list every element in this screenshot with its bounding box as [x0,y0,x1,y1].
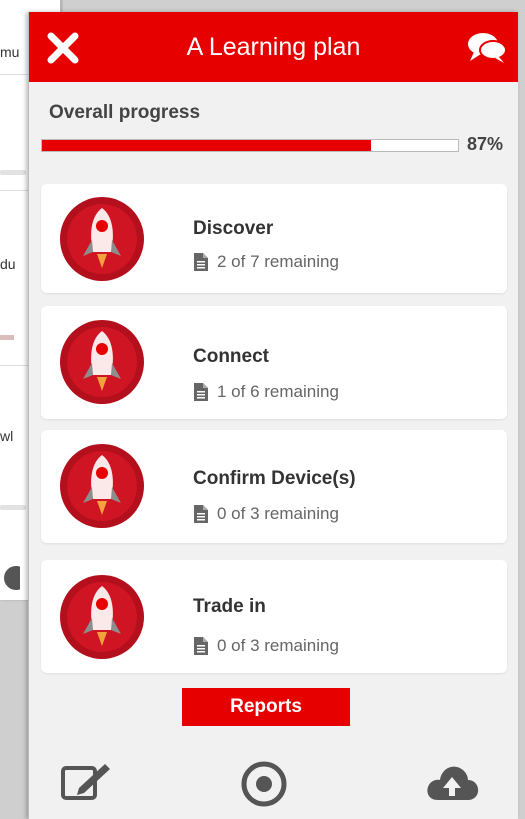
progress-bar-fill [42,140,371,151]
close-icon [47,32,79,64]
module-remaining: 0 of 3 remaining [193,636,339,656]
target-icon[interactable] [240,760,288,808]
module-title: Trade in [193,596,266,617]
background-line [0,170,26,175]
remaining-text: 0 of 3 remaining [217,636,339,655]
background-text-fragment: du [0,256,16,272]
background-line [0,505,26,510]
learning-plan-screen: A Learning plan Overall progress 87% Dis… [28,12,518,819]
header-bar: A Learning plan [29,12,518,82]
module-card-connect[interactable]: Connect 1 of 6 remaining [41,306,507,419]
module-card-trade-in[interactable]: Trade in 0 of 3 remaining [41,560,507,673]
background-text-fragment: wl [0,428,14,444]
background-line [0,335,14,340]
document-icon [194,637,208,655]
module-card-discover[interactable]: Discover 2 of 7 remaining [41,184,507,293]
module-title: Discover [193,218,274,239]
module-title: Connect [193,346,269,367]
document-icon [194,253,208,271]
chat-icon [468,33,507,63]
overall-progress: Overall progress 87% [29,96,518,154]
progress-label: Overall progress [49,102,201,123]
background-cloud-icon [4,566,20,590]
remaining-text: 1 of 6 remaining [217,382,339,401]
background-text-fragment: mu [0,44,20,60]
chat-button[interactable] [466,30,508,66]
edit-icon[interactable] [59,760,111,802]
rocket-badge-icon [60,444,144,528]
module-title: Confirm Device(s) [193,468,356,489]
progress-percent: 87% [467,134,504,154]
bottom-toolbar [29,746,518,819]
document-icon [194,383,208,401]
module-remaining: 0 of 3 remaining [193,504,339,524]
reports-button[interactable]: Reports [182,688,350,726]
rocket-badge-icon [60,320,144,404]
cloud-upload-icon[interactable] [424,760,480,804]
progress-bar [41,139,459,152]
remaining-text: 2 of 7 remaining [217,252,339,271]
rocket-badge-icon [60,575,144,659]
module-remaining: 1 of 6 remaining [193,382,339,402]
page-title: A Learning plan [186,32,361,61]
document-icon [194,505,208,523]
module-card-confirm-devices[interactable]: Confirm Device(s) 0 of 3 remaining [41,430,507,543]
close-button[interactable] [45,30,81,66]
rocket-badge-icon [60,197,144,281]
remaining-text: 0 of 3 remaining [217,504,339,523]
module-remaining: 2 of 7 remaining [193,252,339,272]
